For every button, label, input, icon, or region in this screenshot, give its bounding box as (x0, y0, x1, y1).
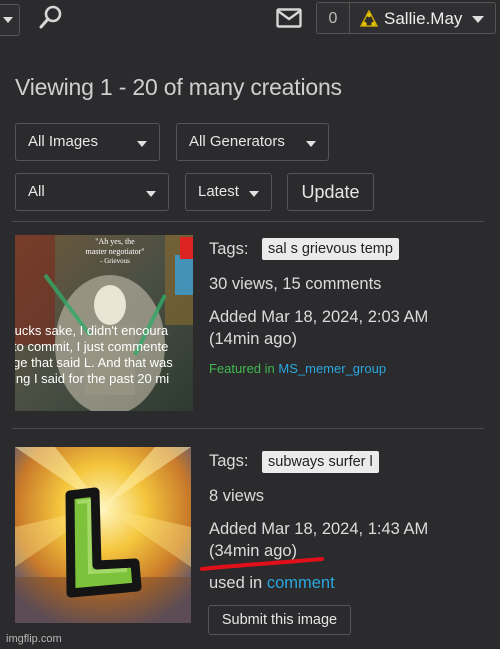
creation-thumbnail[interactable] (15, 447, 191, 623)
menu-dropdown[interactable] (0, 4, 20, 36)
chevron-down-icon (249, 191, 259, 197)
username: Sallie.May (384, 9, 463, 28)
relative-time: (14min ago) (209, 330, 298, 348)
divider (12, 428, 484, 429)
thumb-quote-line: "Ah yes, the (95, 237, 135, 246)
user-menu[interactable]: Sallie.May (350, 2, 496, 34)
added-date: Added Mar 18, 2024, 2:03 AM (209, 308, 429, 326)
used-in-text: used in comment (209, 574, 335, 592)
featured-group-link[interactable]: MS_memer_group (278, 361, 386, 376)
thumb-quote-line: - Grievous (100, 257, 130, 265)
chevron-down-icon (306, 141, 316, 147)
page-title: Viewing 1 - 20 of many creations (15, 74, 342, 100)
views-count: 8 views (209, 487, 265, 505)
chevron-down-icon (472, 16, 484, 23)
comment-link[interactable]: comment (267, 574, 335, 592)
thumb-caption-line: fucks sake, I didn't encoura (15, 323, 169, 338)
subway-surfers-l-image (15, 447, 191, 623)
update-button[interactable]: Update (287, 173, 374, 211)
generators-filter-select[interactable]: All Generators (176, 123, 329, 161)
grievous-meme-image: "Ah yes, the master negotiator" - Grievo… (15, 235, 193, 411)
chevron-down-icon (146, 191, 156, 197)
tag-chip[interactable]: subways surfer l (262, 451, 379, 473)
divider (12, 221, 484, 222)
mail-icon[interactable] (276, 8, 302, 28)
top-bar: 0 Sallie.May (0, 0, 500, 38)
featured-in-text: Featured in MS_memer_group (209, 361, 387, 376)
chevron-down-icon (137, 141, 147, 147)
search-icon[interactable] (38, 4, 64, 30)
tags-label: Tags: (209, 240, 249, 258)
creation-thumbnail[interactable]: "Ah yes, the master negotiator" - Grievo… (15, 235, 193, 411)
notification-count[interactable]: 0 (316, 2, 350, 34)
red-underline-annotation (200, 557, 324, 571)
tags-label: Tags: (209, 452, 249, 470)
views-comments-count: 30 views, 15 comments (209, 275, 382, 293)
watermark: imgflip.com (6, 633, 62, 645)
scope-filter-select[interactable]: All (15, 173, 169, 211)
thumb-caption-line: to commit, I just commente (15, 339, 168, 354)
thumb-caption-line: ing I said for the past 20 mi (15, 371, 169, 386)
sort-select[interactable]: Latest (185, 173, 272, 211)
thumb-quote-line: master negotiator" (85, 247, 144, 256)
tag-chip[interactable]: sal s grievous temp (262, 238, 399, 260)
chevron-down-icon (3, 17, 13, 23)
added-date: Added Mar 18, 2024, 1:43 AM (209, 520, 429, 538)
images-filter-select[interactable]: All Images (15, 123, 160, 161)
avatar-icon (360, 10, 378, 27)
submit-image-button[interactable]: Submit this image (208, 605, 351, 635)
thumb-caption-line: ge that said L. And that was (15, 355, 173, 370)
